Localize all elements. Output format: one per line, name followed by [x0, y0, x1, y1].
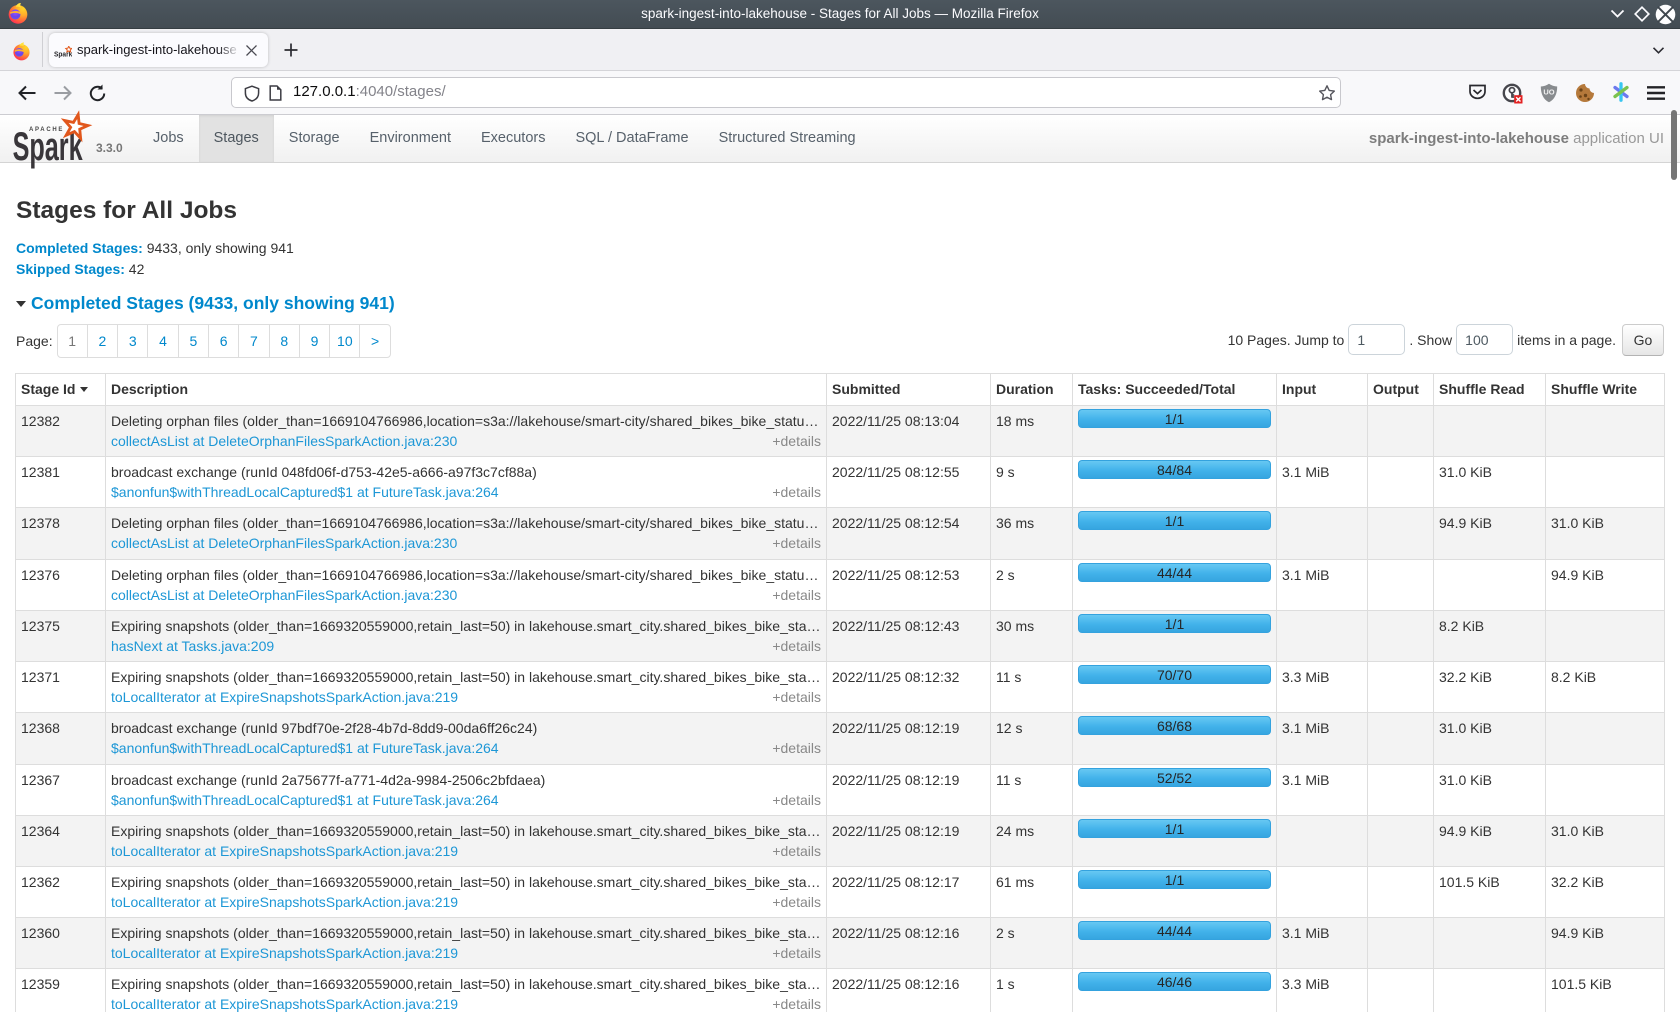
- svg-text:UO: UO: [1543, 88, 1554, 97]
- svg-text:Spark: Spark: [54, 51, 72, 58]
